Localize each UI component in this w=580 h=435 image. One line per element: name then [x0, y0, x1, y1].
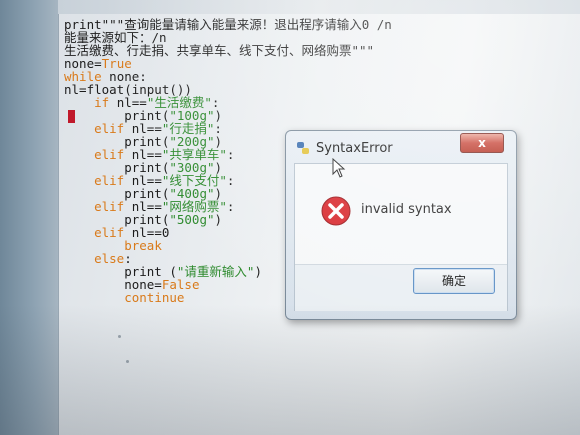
- screen-speck: [118, 335, 121, 338]
- editor-topbar: [58, 0, 580, 15]
- code-token: continue: [124, 290, 185, 305]
- error-message: invalid syntax: [361, 202, 452, 217]
- left-pane: [0, 0, 58, 435]
- code-token: ): [214, 212, 223, 227]
- code-token: :: [226, 199, 235, 214]
- python-icon: [297, 142, 309, 154]
- dialog-body: invalid syntax 确定: [294, 163, 508, 311]
- code-token: "500g": [169, 212, 215, 227]
- code-token: :: [226, 173, 235, 188]
- mouse-pointer-icon: [332, 158, 346, 178]
- close-button[interactable]: x: [460, 133, 504, 153]
- code-token: ): [254, 264, 262, 279]
- error-icon: [321, 196, 351, 226]
- code-token: :: [226, 147, 235, 162]
- screen-speck: [126, 360, 129, 363]
- syntax-error-dialog: SyntaxError x invalid syntax 确定: [285, 130, 517, 320]
- text-cursor: [68, 110, 75, 123]
- dialog-title: SyntaxError: [316, 141, 393, 156]
- ok-button[interactable]: 确定: [413, 268, 495, 294]
